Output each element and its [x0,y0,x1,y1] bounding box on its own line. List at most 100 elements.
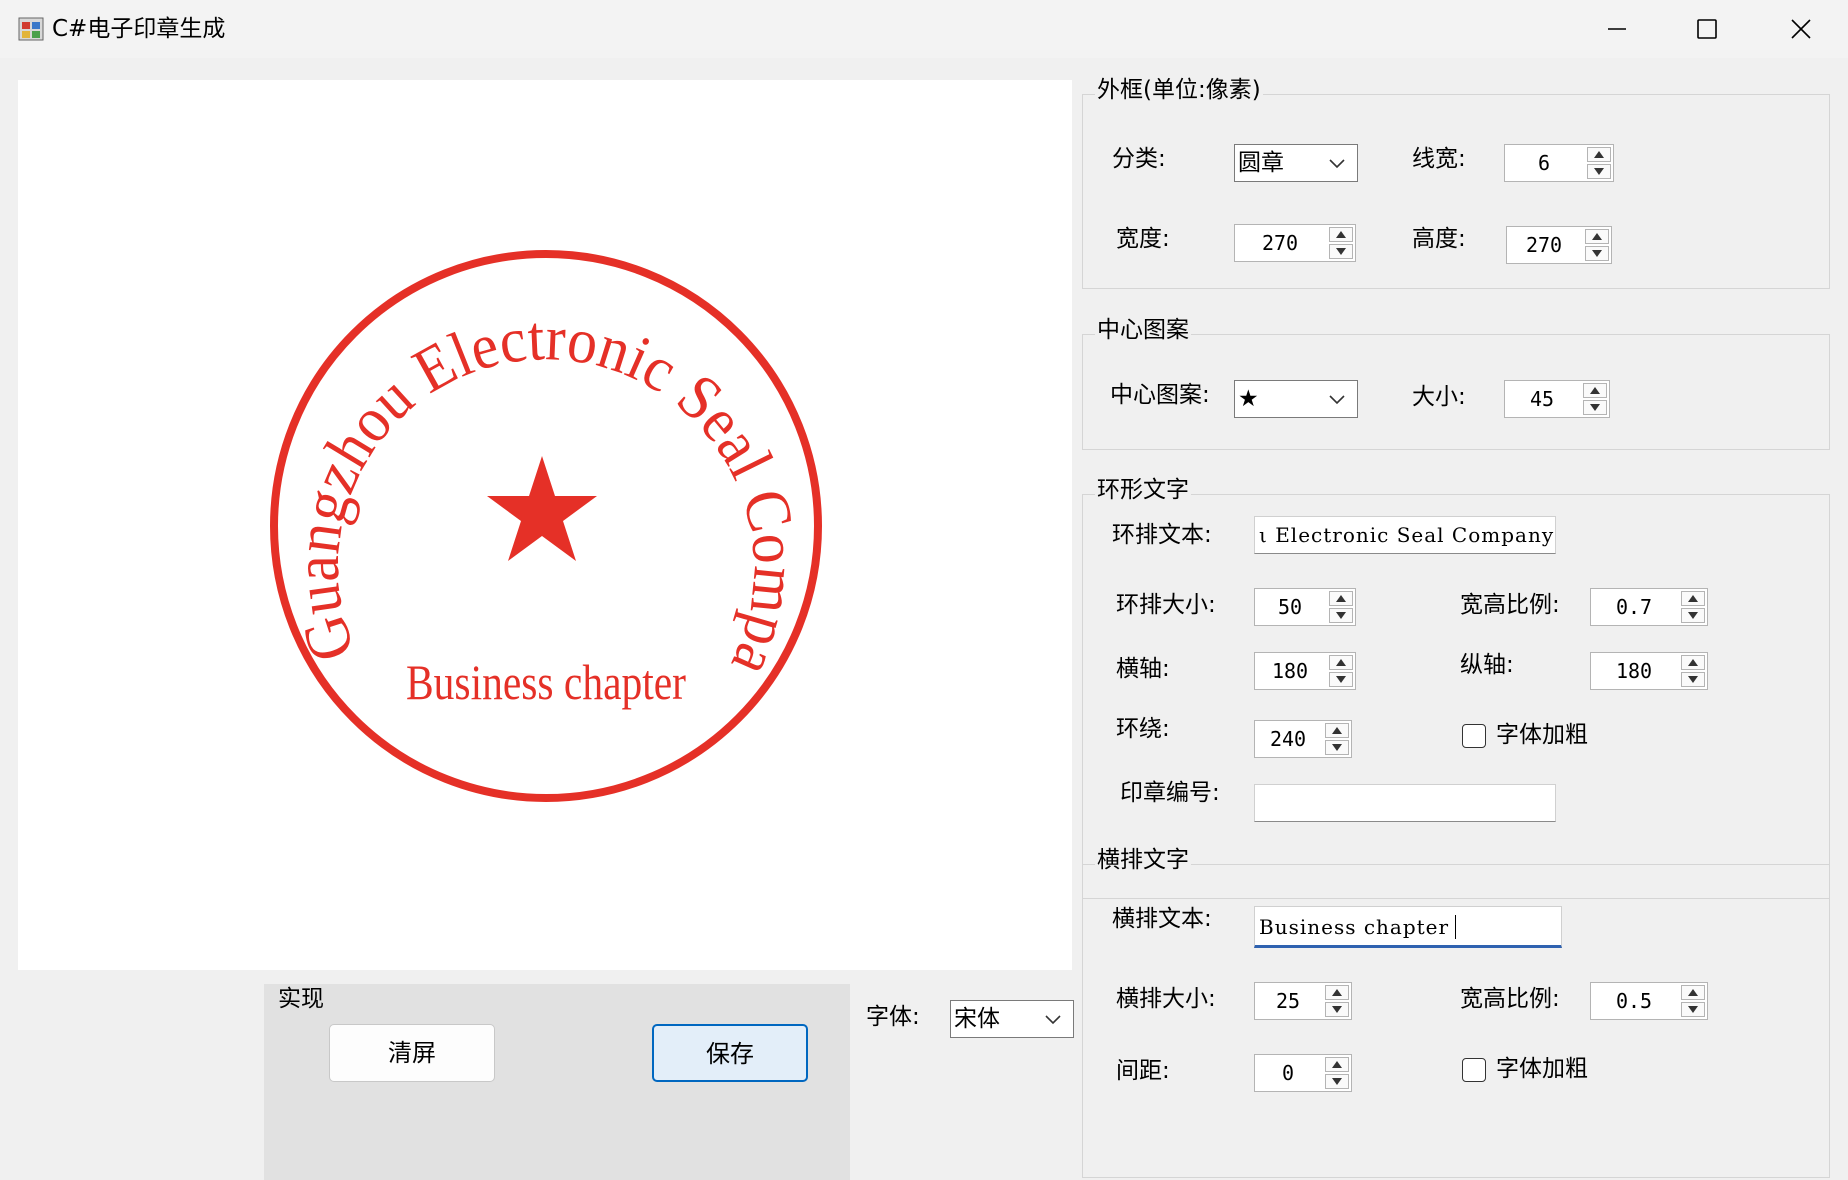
caret-down-icon [1688,612,1698,619]
spin-down-button[interactable] [1681,1002,1705,1017]
seal-ring-text: Guangzhou Electronic Seal Company [18,80,812,687]
horizontal-size-label: 横排大小: [1116,986,1216,1012]
ring-wrap-label: 环绕: [1116,716,1170,742]
ring-bold-label: 字体加粗 [1496,722,1588,748]
seal-number-input[interactable] [1254,784,1556,822]
center-pattern-legend: 中心图案 [1095,315,1191,345]
window-title: C#电子印章生成 [52,16,226,42]
ring-ratio-label: 宽高比例: [1460,592,1560,618]
spin-down-button[interactable] [1587,164,1611,179]
spin-up-button[interactable] [1325,1057,1349,1072]
save-button[interactable]: 保存 [652,1024,808,1082]
ring-x-stepper[interactable]: 180 [1254,652,1356,690]
spin-down-button[interactable] [1681,608,1705,623]
horizontal-bold-checkbox[interactable] [1462,1058,1486,1082]
caret-down-icon [1688,676,1698,683]
ring-wrap-stepper[interactable]: 240 [1254,720,1352,758]
seal-center-star [487,456,597,561]
outer-frame-group: 外框(单位:像素) [1082,75,1830,289]
outer-frame-legend: 外框(单位:像素) [1095,75,1263,105]
pattern-size-label: 大小: [1412,384,1466,410]
close-icon [1791,19,1811,39]
chevron-down-icon [1045,1015,1061,1025]
caret-down-icon [1688,1006,1698,1013]
chevron-down-icon [1329,159,1345,169]
close-button[interactable] [1756,0,1846,58]
spacing-stepper[interactable]: 0 [1254,1054,1352,1092]
ring-bold-checkbox[interactable] [1462,724,1486,748]
ring-text-legend: 环形文字 [1095,475,1191,505]
seal-image: Guangzhou Electronic Seal Company Busine… [3,23,822,802]
height-label: 高度: [1412,226,1466,252]
spin-up-button[interactable] [1329,655,1353,670]
spacing-label: 间距: [1116,1058,1170,1084]
horizontal-ratio-stepper[interactable]: 0.5 [1590,982,1708,1020]
caret-down-icon [1332,1078,1342,1085]
spin-up-button[interactable] [1583,383,1607,398]
horizontal-size-stepper[interactable]: 25 [1254,982,1352,1020]
spin-down-button[interactable] [1325,1074,1349,1089]
caret-down-icon [1332,1006,1342,1013]
type-select[interactable]: 圆章 [1234,144,1358,182]
horizontal-text-input[interactable]: Business chapter [1254,906,1562,948]
spin-up-button[interactable] [1681,985,1705,1000]
caret-up-icon [1336,659,1346,666]
spin-down-button[interactable] [1329,608,1353,623]
center-pattern-label: 中心图案: [1110,382,1210,408]
caret-down-icon [1594,168,1604,175]
pattern-size-stepper[interactable]: 45 [1504,380,1610,418]
app-icon [18,17,44,41]
horizontal-bold-label: 字体加粗 [1496,1056,1588,1082]
spin-down-button[interactable] [1681,672,1705,687]
line-width-stepper[interactable]: 6 [1504,144,1614,182]
font-label: 字体: [866,1004,920,1030]
line-width-label: 线宽: [1412,146,1466,172]
ring-size-stepper[interactable]: 50 [1254,588,1356,626]
spin-down-button[interactable] [1585,246,1609,261]
horizontal-ratio-label: 宽高比例: [1460,986,1560,1012]
spin-up-button[interactable] [1325,985,1349,1000]
spin-up-button[interactable] [1681,655,1705,670]
spin-up-button[interactable] [1587,147,1611,162]
minimize-icon [1608,28,1626,30]
seal-number-label: 印章编号: [1120,780,1220,806]
height-stepper[interactable]: 270 [1506,226,1612,264]
caret-up-icon [1688,659,1698,666]
ring-text-label: 环排文本: [1112,522,1212,548]
spin-up-button[interactable] [1329,591,1353,606]
actions-legend: 实现 [278,986,324,1012]
horizontal-text-label: 横排文本: [1112,906,1212,932]
maximize-button[interactable] [1662,0,1752,58]
spin-down-button[interactable] [1583,400,1607,415]
ring-text-input[interactable]: ι Electronic Seal Company [1254,516,1556,554]
star-icon: ★ [1238,386,1259,412]
minimize-button[interactable] [1572,0,1662,58]
spin-up-button[interactable] [1681,591,1705,606]
caret-up-icon [1592,233,1602,240]
title-bar: C#电子印章生成 [0,0,1848,58]
caret-up-icon [1594,151,1604,158]
spin-up-button[interactable] [1325,723,1349,738]
ring-size-label: 环排大小: [1116,592,1216,618]
actions-panel: 实现 清屏 保存 [264,984,850,1180]
spin-down-button[interactable] [1329,672,1353,687]
spin-up-button[interactable] [1585,229,1609,244]
caret-up-icon [1332,989,1342,996]
caret-up-icon [1332,727,1342,734]
caret-up-icon [1336,231,1346,238]
spin-down-button[interactable] [1325,740,1349,755]
caret-down-icon [1336,676,1346,683]
width-stepper[interactable]: 270 [1234,224,1356,262]
maximize-icon [1697,19,1717,39]
type-label: 分类: [1112,146,1166,172]
caret-up-icon [1336,595,1346,602]
ring-ratio-stepper[interactable]: 0.7 [1590,588,1708,626]
spin-down-button[interactable] [1329,244,1353,259]
spin-down-button[interactable] [1325,1002,1349,1017]
font-select[interactable]: 宋体 [950,1000,1074,1038]
spin-up-button[interactable] [1329,227,1353,242]
ring-y-stepper[interactable]: 180 [1590,652,1708,690]
clear-button[interactable]: 清屏 [329,1024,495,1082]
center-pattern-select[interactable]: ★ [1234,380,1358,418]
caret-down-icon [1332,744,1342,751]
